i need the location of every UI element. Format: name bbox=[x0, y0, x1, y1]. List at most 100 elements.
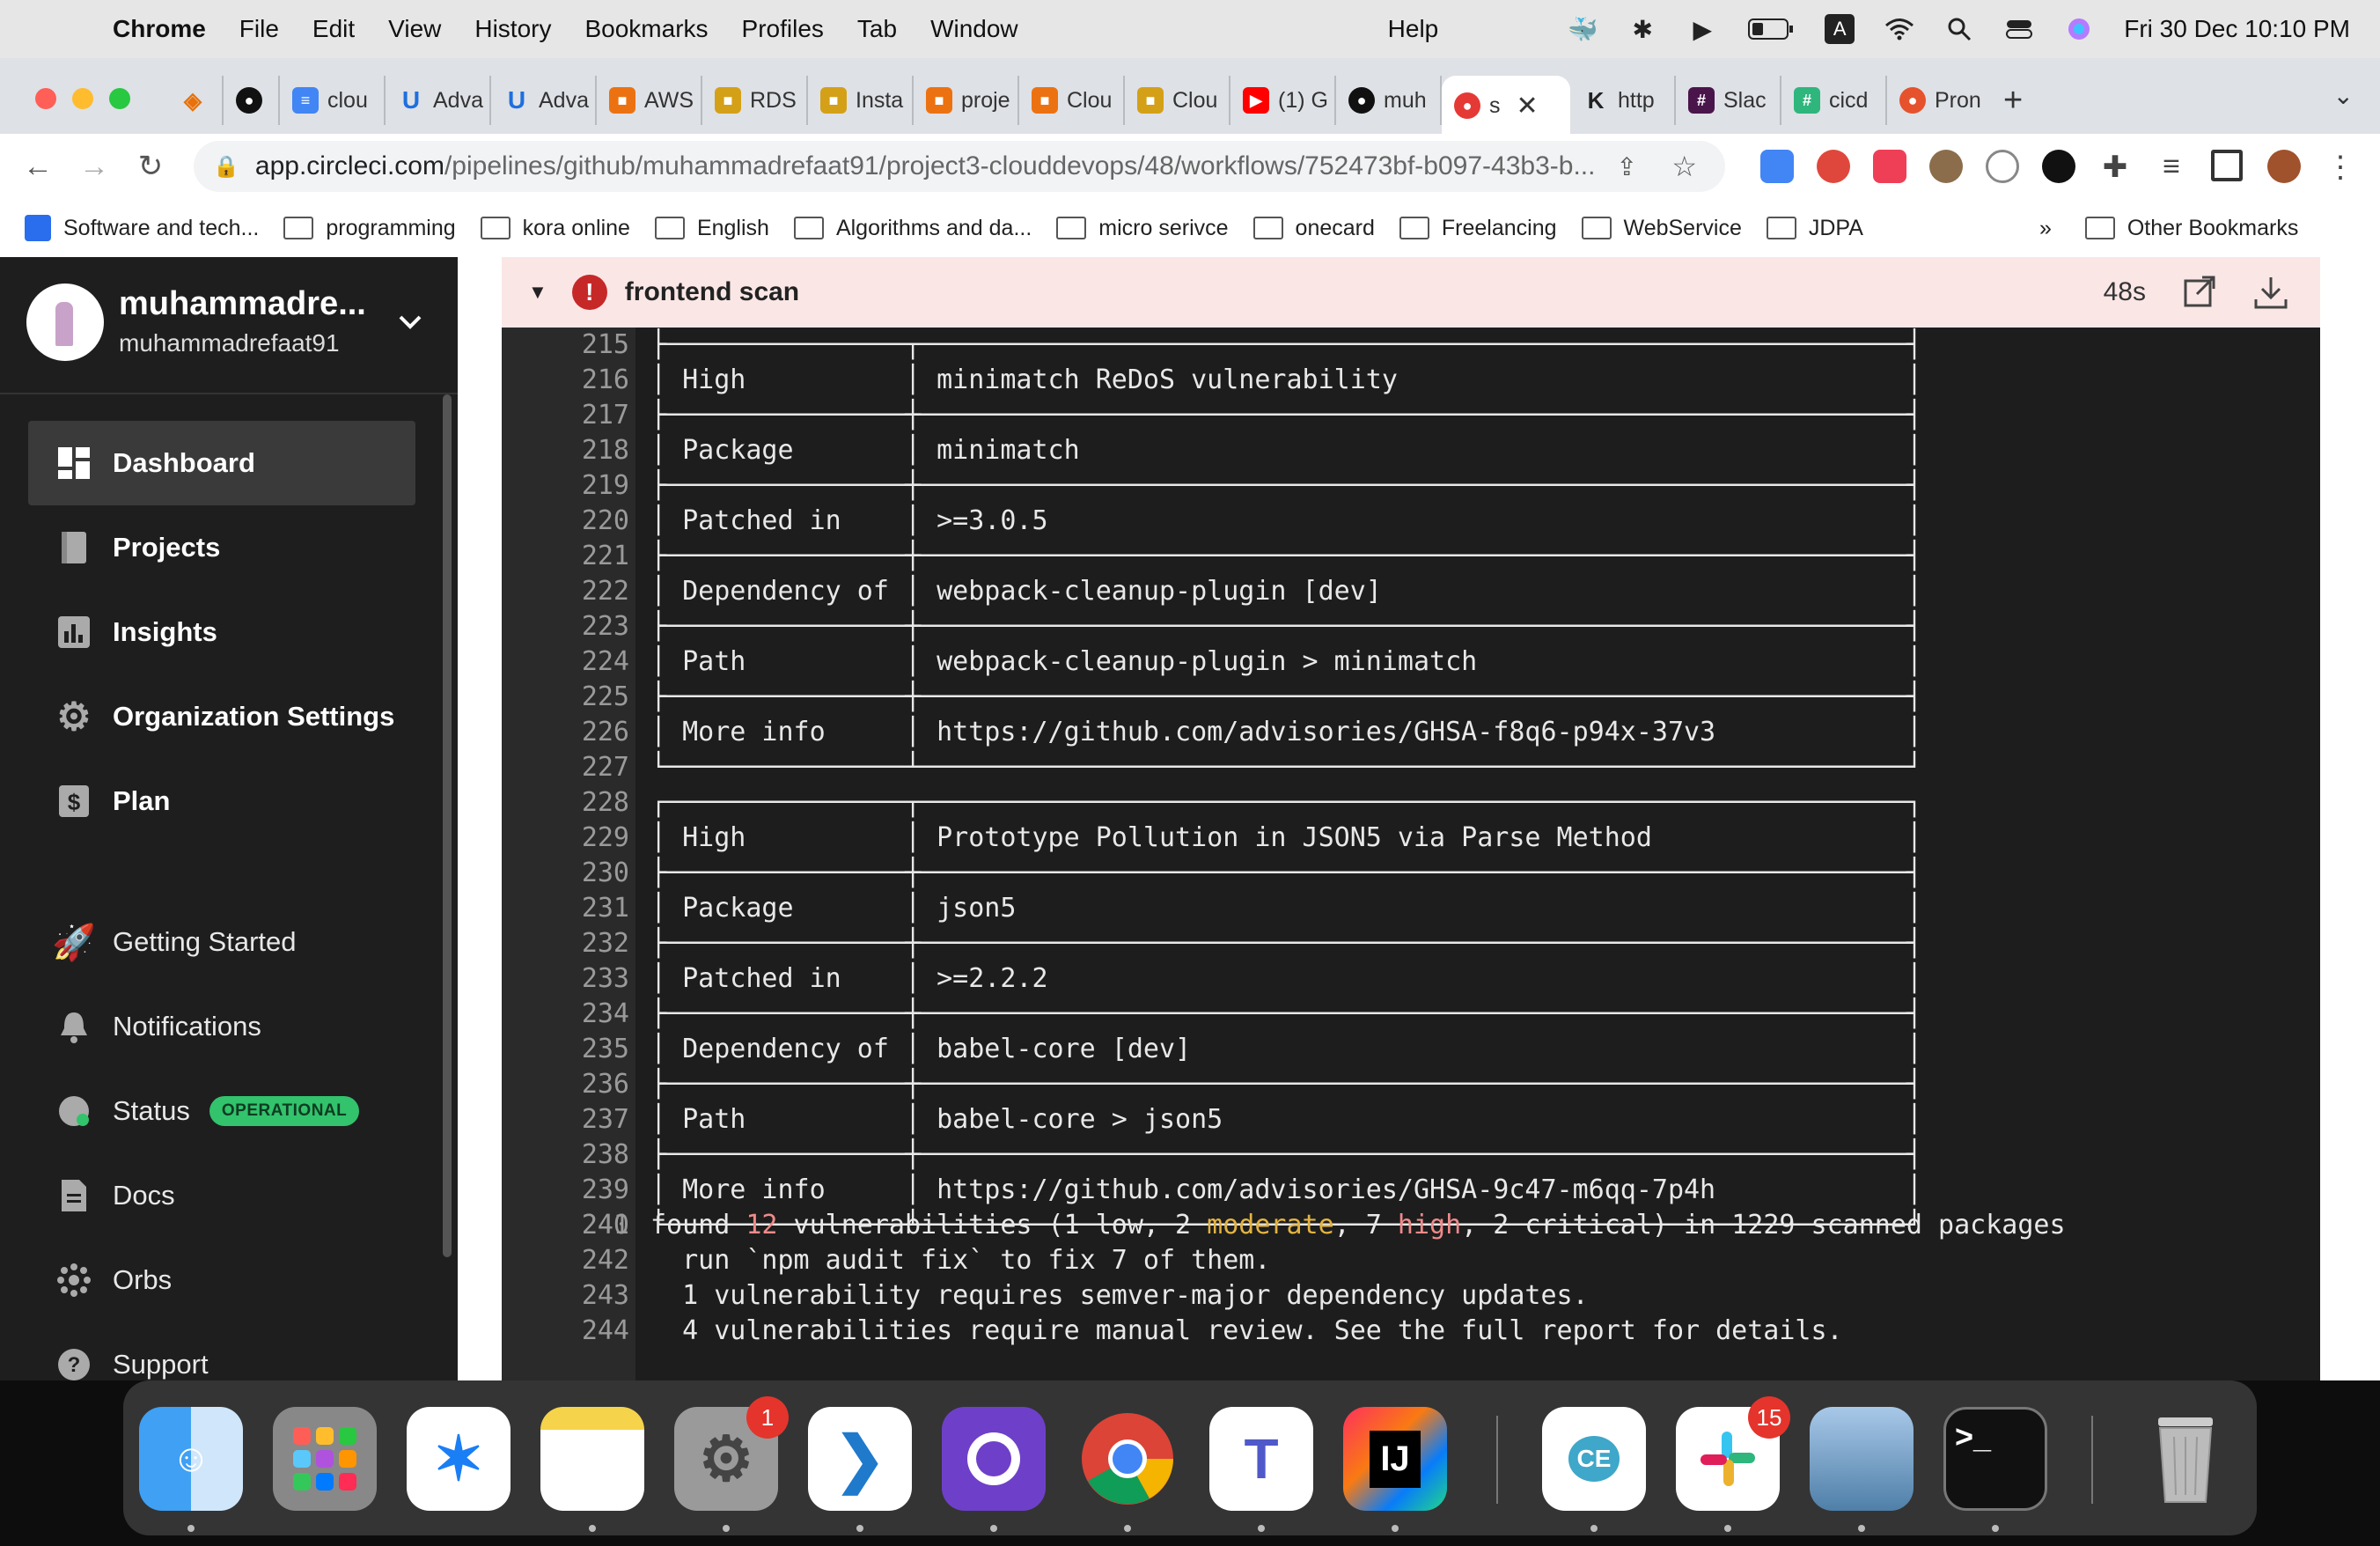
chevron-down-icon[interactable] bbox=[398, 308, 422, 336]
share-icon[interactable]: ⇪ bbox=[1617, 152, 1637, 181]
preview-icon[interactable] bbox=[1810, 1407, 1914, 1511]
org-switcher[interactable]: muhammadre... muhammadrefaat91 bbox=[26, 283, 449, 363]
chrome-icon[interactable] bbox=[1076, 1407, 1179, 1511]
tab-github[interactable]: ● muh bbox=[1336, 76, 1442, 125]
menu-profiles[interactable]: Profiles bbox=[742, 15, 824, 43]
finder-icon[interactable]: ☺ bbox=[139, 1407, 243, 1511]
bookmark-folder-english[interactable]: English bbox=[654, 216, 769, 241]
step-header[interactable]: ▼ ! frontend scan 48s bbox=[502, 257, 2320, 328]
tab-youtube[interactable]: ▶ (1) G bbox=[1230, 76, 1336, 125]
teams-icon[interactable]: T bbox=[1209, 1407, 1313, 1511]
sidebar-item-organization-settings[interactable]: ⚙ Organization Settings bbox=[28, 674, 415, 759]
wifi-icon[interactable] bbox=[1884, 14, 1914, 44]
terminal-icon[interactable]: >_ bbox=[1943, 1407, 2047, 1511]
bookmark-folder-algorithms[interactable]: Algorithms and da... bbox=[793, 216, 1032, 241]
extension-dark-icon[interactable] bbox=[2042, 150, 2075, 183]
battery-icon[interactable] bbox=[1747, 14, 1795, 44]
extension-ring-icon[interactable] bbox=[1986, 150, 2019, 183]
siri-icon[interactable] bbox=[2064, 14, 2094, 44]
address-bar[interactable]: 🔒 app.circleci.com/pipelines/github/muha… bbox=[194, 141, 1725, 192]
sidebar-item-projects[interactable]: Projects bbox=[28, 505, 415, 590]
dbeaver-icon[interactable]: CE bbox=[1542, 1407, 1646, 1511]
extensions-puzzle-icon[interactable]: ✚ bbox=[2098, 150, 2132, 184]
keyboard-input-icon[interactable]: A bbox=[1825, 14, 1855, 44]
play-icon[interactable]: ▶ bbox=[1687, 14, 1717, 44]
bookmark-folder-webservice[interactable]: WebService bbox=[1581, 216, 1742, 241]
download-icon[interactable] bbox=[2253, 275, 2288, 318]
tab-instances[interactable]: ■ Insta bbox=[808, 76, 914, 125]
tab-kubernetes[interactable]: Khttp bbox=[1570, 76, 1676, 125]
tab-prometheus[interactable]: ● Pron bbox=[1887, 76, 1991, 125]
sidebar-item-dashboard[interactable]: Dashboard bbox=[28, 421, 415, 505]
menu-history[interactable]: History bbox=[474, 15, 551, 43]
sidebar-item-orbs[interactable]: Orbs bbox=[28, 1238, 415, 1322]
pocket-icon[interactable] bbox=[1873, 150, 1906, 183]
notes-icon[interactable] bbox=[540, 1407, 644, 1511]
new-tab-button[interactable]: + bbox=[1991, 76, 2051, 125]
back-button[interactable]: ← bbox=[16, 144, 60, 188]
reload-button[interactable]: ↻ bbox=[129, 144, 173, 188]
extension-red-icon[interactable] bbox=[1817, 150, 1850, 183]
kebab-menu-icon[interactable]: ⋮ bbox=[2324, 150, 2357, 184]
menu-app-name[interactable]: Chrome bbox=[113, 15, 206, 43]
tab-aws[interactable]: ■ AWS bbox=[597, 76, 702, 125]
sidebar-item-notifications[interactable]: Notifications bbox=[28, 984, 415, 1069]
tab-udacity-1[interactable]: U Adva bbox=[386, 76, 491, 125]
sidebar-item-status[interactable]: Status OPERATIONAL bbox=[28, 1069, 415, 1153]
bookmark-folder-microservice[interactable]: micro serivce bbox=[1056, 216, 1229, 241]
safari-icon[interactable]: ✶ bbox=[407, 1407, 511, 1511]
menu-tab[interactable]: Tab bbox=[857, 15, 897, 43]
menu-view[interactable]: View bbox=[388, 15, 441, 43]
launchpad-icon[interactable] bbox=[273, 1407, 377, 1511]
tab-docs[interactable]: ≡ clou bbox=[280, 76, 386, 125]
menu-edit[interactable]: Edit bbox=[312, 15, 355, 43]
bookmark-folder-onecard[interactable]: onecard bbox=[1252, 216, 1375, 241]
bookmark-folder-jdpa[interactable]: JDPA bbox=[1766, 216, 1863, 241]
sidebar-item-plan[interactable]: $ Plan bbox=[28, 759, 415, 843]
tab-search-chevron-icon[interactable]: ⌄ bbox=[2333, 81, 2354, 110]
menu-bookmarks[interactable]: Bookmarks bbox=[584, 15, 708, 43]
github-desktop-icon[interactable] bbox=[942, 1407, 1046, 1511]
side-panel-icon[interactable] bbox=[2211, 150, 2243, 181]
caret-down-icon[interactable]: ▼ bbox=[528, 281, 547, 304]
tab-github-pinned[interactable]: ● bbox=[224, 76, 280, 125]
vscode-icon[interactable]: ❯ bbox=[808, 1407, 912, 1511]
bookmark-folder-kora[interactable]: kora online bbox=[480, 216, 630, 241]
tab-udacity-2[interactable]: U Adva bbox=[491, 76, 597, 125]
bookmarks-overflow-button[interactable]: » bbox=[2039, 216, 2052, 241]
tab-rds[interactable]: ■ RDS bbox=[702, 76, 808, 125]
close-tab-icon[interactable]: ✕ bbox=[1517, 91, 1539, 121]
sidebar-scrollbar[interactable] bbox=[443, 394, 452, 1257]
extension-face-icon[interactable] bbox=[1929, 150, 1963, 183]
bookmark-software[interactable]: Software and tech... bbox=[25, 215, 259, 241]
menu-help[interactable]: Help bbox=[1388, 15, 1439, 43]
media-queue-icon[interactable]: ≡ bbox=[2155, 150, 2188, 183]
zoom-window-icon[interactable] bbox=[109, 88, 130, 109]
search-icon[interactable] bbox=[1944, 14, 1974, 44]
bookmark-star-icon[interactable]: ☆ bbox=[1671, 150, 1697, 183]
tab-cloudformation-2[interactable]: ■ Clou bbox=[1125, 76, 1230, 125]
tab-project[interactable]: ■ proje bbox=[914, 76, 1019, 125]
tab-slack-1[interactable]: # Slac bbox=[1676, 76, 1781, 125]
intellij-icon[interactable]: IJ bbox=[1343, 1407, 1447, 1511]
google-translate-icon[interactable] bbox=[1760, 150, 1794, 183]
bluetooth-icon[interactable]: ✱ bbox=[1627, 14, 1657, 44]
menubar-clock[interactable]: Fri 30 Dec 10:10 PM bbox=[2124, 15, 2350, 43]
trash-icon[interactable] bbox=[2134, 1407, 2237, 1511]
sidebar-item-docs[interactable]: Docs bbox=[28, 1153, 415, 1238]
bookmark-other[interactable]: Other Bookmarks bbox=[2084, 216, 2298, 241]
tab-slack-2[interactable]: # cicd bbox=[1781, 76, 1887, 125]
profile-avatar-icon[interactable] bbox=[2267, 150, 2301, 183]
bookmark-folder-freelancing[interactable]: Freelancing bbox=[1399, 216, 1557, 241]
close-window-icon[interactable] bbox=[35, 88, 56, 109]
minimize-window-icon[interactable] bbox=[72, 88, 93, 109]
sidebar-item-insights[interactable]: Insights bbox=[28, 590, 415, 674]
tab-cloudformation-1[interactable]: ■ Clou bbox=[1019, 76, 1125, 125]
external-link-icon[interactable] bbox=[2183, 275, 2216, 316]
sidebar-item-support[interactable]: ? Support bbox=[28, 1322, 415, 1380]
control-center-icon[interactable] bbox=[2004, 14, 2034, 44]
sidebar-item-getting-started[interactable]: 🚀 Getting Started bbox=[28, 900, 415, 984]
tab-pinned[interactable]: ◈ bbox=[167, 76, 224, 125]
forward-button[interactable]: → bbox=[72, 144, 116, 188]
tab-circleci-active[interactable]: ● s ✕ bbox=[1442, 76, 1570, 136]
